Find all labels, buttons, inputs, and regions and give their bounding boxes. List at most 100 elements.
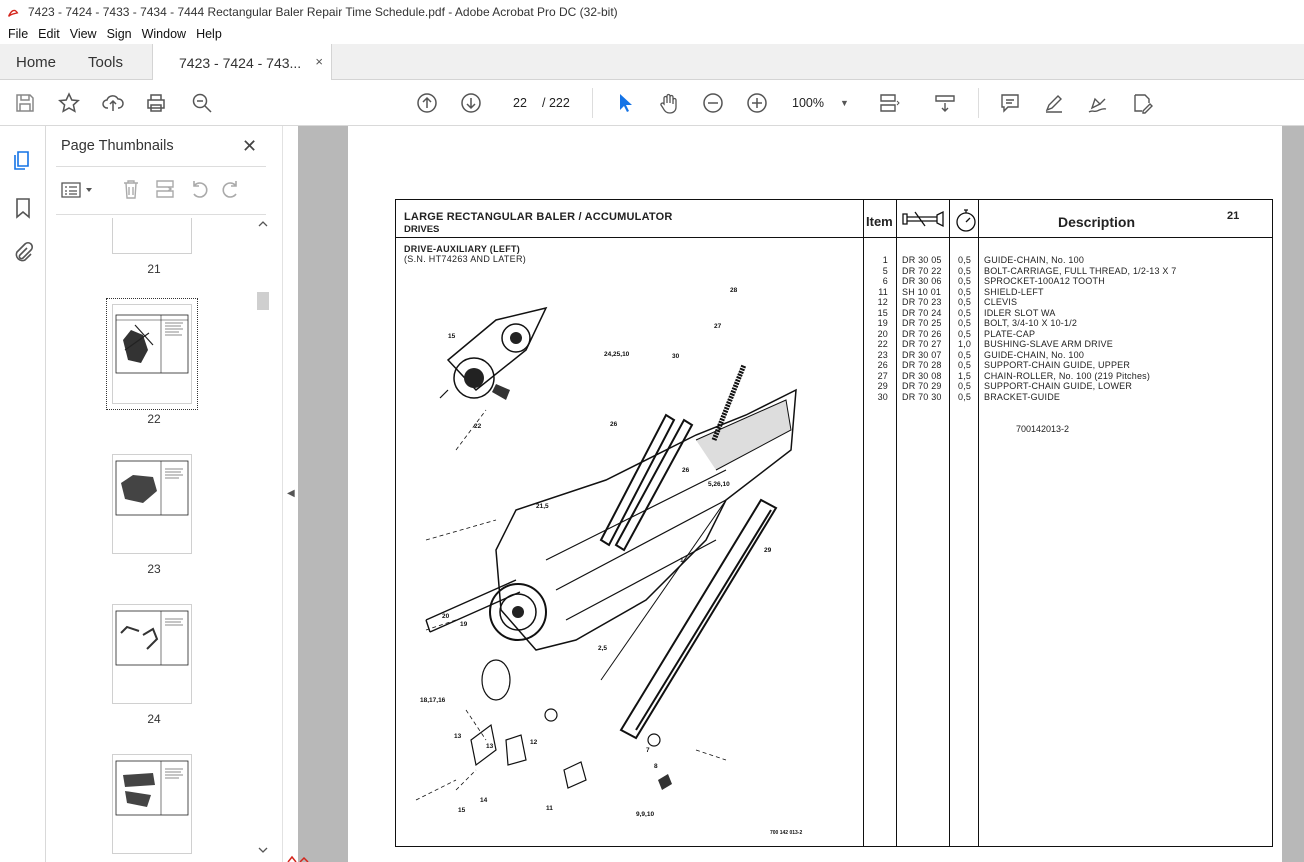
labor-time: 0,5 <box>958 360 972 370</box>
thumbnail-preview <box>115 314 189 374</box>
operation-code: DR 70 29 <box>902 381 942 391</box>
header-title: LARGE RECTANGULAR BALER / ACCUMULATOR <box>404 211 673 223</box>
bookmark-icon[interactable] <box>11 196 35 220</box>
zoom-dropdown-icon[interactable]: ▼ <box>840 98 849 108</box>
operation-code: DR 70 22 <box>902 265 942 276</box>
labor-time: 0,5 <box>958 297 972 307</box>
column-rule <box>978 200 979 846</box>
callout-label: 15 <box>458 807 466 814</box>
rotate-right-icon[interactable] <box>220 178 242 200</box>
operation-code: DR 70 28 <box>902 360 942 370</box>
menu-help[interactable]: Help <box>196 27 222 41</box>
thumbnail-page-25[interactable] <box>112 754 192 854</box>
thumbnail-scrollbar[interactable] <box>256 218 270 858</box>
menu-edit[interactable]: Edit <box>38 27 60 41</box>
attachment-icon[interactable] <box>11 241 35 265</box>
thumbnail-options-icon[interactable] <box>60 180 96 200</box>
close-panel-icon[interactable]: ✕ <box>242 136 257 157</box>
collapse-panel-icon[interactable]: ◀ <box>287 488 295 499</box>
document-view[interactable]: LARGE RECTANGULAR BALER / ACCUMULATOR DR… <box>298 126 1304 862</box>
zoom-out-icon[interactable] <box>701 91 725 115</box>
callout-label: 9,9,10 <box>636 811 654 818</box>
page-thumbnails-icon[interactable] <box>11 148 35 172</box>
callout-label: 26 <box>682 467 690 474</box>
tab-document[interactable]: 7423 - 7424 - 743... × <box>152 44 332 81</box>
callout-label: 13 <box>454 733 462 740</box>
panel-splitter[interactable]: ◀ <box>282 126 298 862</box>
page-number-label: 21 <box>1227 210 1240 222</box>
callout-label: 13 <box>486 743 494 750</box>
labor-time: 0,5 <box>958 307 972 318</box>
operation-code: SH 10 01 <box>902 286 942 297</box>
hand-tool-icon[interactable] <box>657 91 681 115</box>
print-icon[interactable] <box>144 91 168 115</box>
save-icon[interactable] <box>13 91 37 115</box>
tab-tools[interactable]: Tools <box>88 44 123 80</box>
thumbnail-preview <box>115 610 189 666</box>
thumbnails-panel: Page Thumbnails ✕ 21 22 23 24 <box>46 126 282 862</box>
callout-label: 14 <box>480 797 488 804</box>
thumbnail-page-24[interactable] <box>112 604 192 704</box>
delete-page-icon[interactable] <box>120 178 142 200</box>
extract-page-icon[interactable] <box>154 178 176 200</box>
menu-window[interactable]: Window <box>142 27 186 41</box>
page-down-icon[interactable] <box>459 91 483 115</box>
callout-label: 15 <box>448 333 456 340</box>
thumbnail-page-22[interactable] <box>106 298 198 410</box>
labor-time: 1,0 <box>958 339 972 349</box>
menu-file[interactable]: File <box>8 27 28 41</box>
menu-view[interactable]: View <box>70 27 97 41</box>
operation-code: DR 30 07 <box>902 349 942 360</box>
thumbnail-page-23[interactable] <box>112 454 192 554</box>
item-number: 1 <box>882 255 888 265</box>
col-description: Description <box>1058 214 1136 230</box>
item-number: 22 <box>877 339 888 349</box>
item-number: 29 <box>877 381 888 391</box>
part-description: IDLER SLOT WA <box>984 307 1056 318</box>
part-description: SUPPORT-CHAIN GUIDE, UPPER <box>984 360 1131 370</box>
item-number: 20 <box>877 328 888 339</box>
panel-toolbar <box>56 176 266 204</box>
rotate-left-icon[interactable] <box>188 178 210 200</box>
tab-home[interactable]: Home <box>16 44 56 80</box>
zoom-level[interactable]: 100% <box>792 96 824 110</box>
highlight-pen-icon[interactable] <box>1042 91 1066 115</box>
tab-bar: Home Tools 7423 - 7424 - 743... × <box>0 44 1304 81</box>
edit-pdf-icon[interactable] <box>1130 91 1154 115</box>
part-description: PLATE-CAP <box>984 328 1036 339</box>
part-description: GUIDE-CHAIN, No. 100 <box>984 255 1085 265</box>
sign-icon[interactable] <box>1086 91 1110 115</box>
item-number: 26 <box>877 360 888 370</box>
part-description: BOLT-CARRIAGE, FULL THREAD, 1/2-13 X 7 <box>984 265 1177 276</box>
part-description: CHAIN-ROLLER, No. 100 (219 Pitches) <box>984 370 1151 381</box>
menu-sign[interactable]: Sign <box>107 27 132 41</box>
item-number: 15 <box>877 307 888 318</box>
page-up-icon[interactable] <box>415 91 439 115</box>
item-number: 5 <box>882 265 888 276</box>
column-rule <box>949 200 950 846</box>
toolbar-divider <box>978 88 979 118</box>
wrench-tool-icon <box>902 210 944 228</box>
zoom-search-icon[interactable] <box>190 91 214 115</box>
page-number-input[interactable]: 22 <box>503 90 537 116</box>
item-number: 12 <box>877 297 888 307</box>
comment-icon[interactable] <box>998 91 1022 115</box>
callout-label: 21,5 <box>536 503 549 510</box>
thumbnail-page-21[interactable] <box>112 218 192 254</box>
zoom-in-icon[interactable] <box>745 91 769 115</box>
close-tab-icon[interactable]: × <box>315 54 323 69</box>
operation-code: DR 30 05 <box>902 255 942 265</box>
callout-label: 8 <box>654 763 658 770</box>
upload-icon[interactable] <box>101 91 125 115</box>
scrolling-mode-icon[interactable] <box>933 91 957 115</box>
callout-label: 7 <box>646 747 650 754</box>
labor-time: 0,5 <box>958 391 972 402</box>
callout-label: 20 <box>442 613 450 620</box>
star-icon[interactable] <box>57 91 81 115</box>
thumbnail-label: 21 <box>147 262 161 276</box>
select-cursor-icon[interactable] <box>613 91 637 115</box>
item-number: 27 <box>877 370 888 381</box>
fit-page-icon[interactable] <box>877 91 901 115</box>
callout-label: 26 <box>610 421 618 428</box>
thumbnail-preview <box>115 460 189 516</box>
